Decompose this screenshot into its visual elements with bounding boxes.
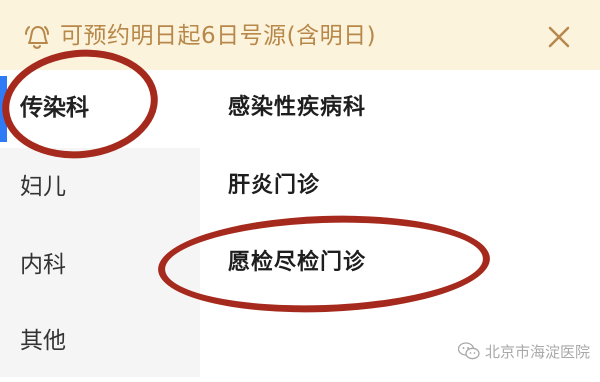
sidebar-item-label: 内科: [20, 252, 66, 278]
bell-icon: [25, 26, 49, 49]
watermark-text: 北京市海淀医院: [485, 342, 591, 361]
sidebar-item-other[interactable]: 其他: [0, 304, 200, 382]
sidebar-item-label: 其他: [20, 328, 66, 354]
sidebar-item-pediatrics-gynecology[interactable]: 妇儿: [0, 148, 200, 226]
close-icon[interactable]: [546, 24, 572, 50]
watermark: 北京市海淀医院: [458, 340, 590, 362]
clinic-item-hepatitis[interactable]: 肝炎门诊: [228, 171, 320, 201]
sidebar-item-label: 妇儿: [20, 174, 66, 200]
clinic-item-infectious-disease[interactable]: 感染性疾病科: [228, 93, 366, 123]
booking-notice-text: 可预约明日起6日号源(含明日): [60, 23, 377, 49]
wechat-icon: [458, 342, 480, 360]
